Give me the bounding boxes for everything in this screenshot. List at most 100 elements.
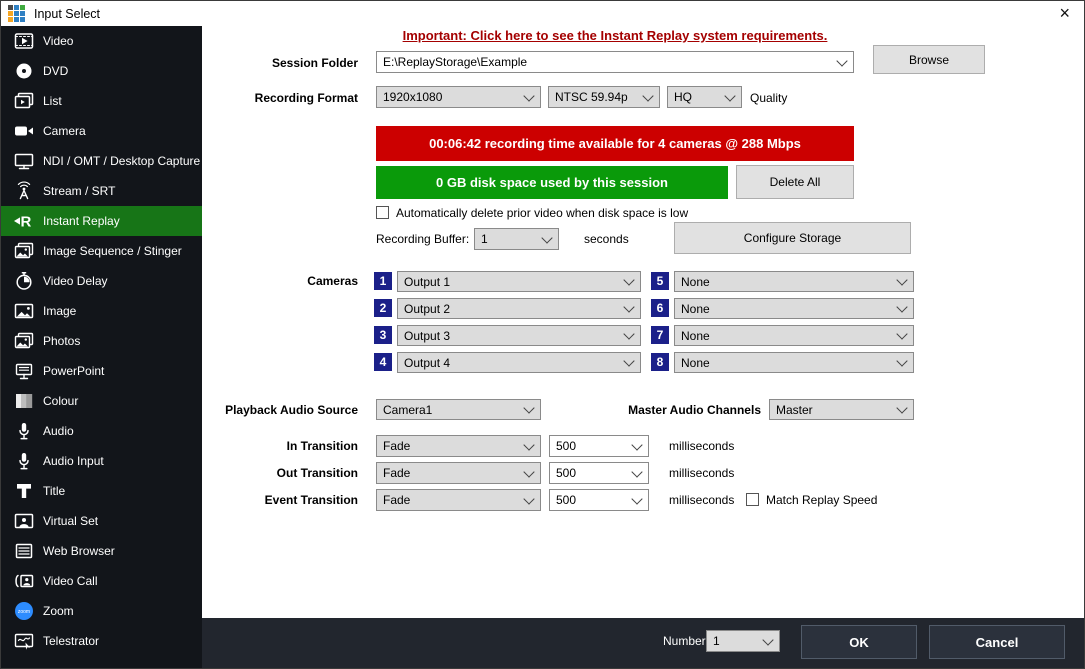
titlebar: Input Select × xyxy=(1,1,1084,26)
zoom-icon: zoom xyxy=(9,601,39,621)
sidebar-item-label: List xyxy=(43,94,62,108)
recording-buffer-select[interactable]: 1 xyxy=(474,228,559,250)
sidebar-item-label: Photos xyxy=(43,334,80,348)
camera-5-value: None xyxy=(681,275,710,289)
auto-delete-label: Automatically delete prior video when di… xyxy=(396,206,688,220)
seconds-label: seconds xyxy=(584,232,629,246)
out-transition-duration-select[interactable]: 500 xyxy=(549,462,649,484)
sidebar-item-photos[interactable]: Photos xyxy=(1,326,202,356)
camera-3-select[interactable]: Output 3 xyxy=(397,325,641,346)
disk-space-banner: 0 GB disk space used by this session xyxy=(376,166,728,199)
in-transition-type-select[interactable]: Fade xyxy=(376,435,541,457)
recording-time-banner: 00:06:42 recording time available for 4 … xyxy=(376,126,854,161)
footer-bar: Number 1 OK Cancel xyxy=(202,618,1085,669)
camera-number-badge: 3 xyxy=(374,326,392,344)
colour-bars-icon xyxy=(9,391,39,411)
in-transition-label: In Transition xyxy=(161,439,358,453)
sidebar-item-label: Web Browser xyxy=(43,544,115,558)
system-requirements-link[interactable]: Important: Click here to see the Instant… xyxy=(376,28,854,43)
sidebar-item-powerpoint[interactable]: PowerPoint xyxy=(1,356,202,386)
chevron-down-icon xyxy=(896,328,907,339)
sidebar-item-video-call[interactable]: Video Call xyxy=(1,566,202,596)
camera-4-select[interactable]: Output 4 xyxy=(397,352,641,373)
cancel-button[interactable]: Cancel xyxy=(929,625,1065,659)
chevron-down-icon xyxy=(523,90,534,101)
chevron-down-icon xyxy=(896,402,907,413)
delete-all-button[interactable]: Delete All xyxy=(736,165,854,199)
match-replay-speed-checkbox[interactable] xyxy=(746,493,759,506)
recording-buffer-label: Recording Buffer: xyxy=(376,232,469,246)
chevron-down-icon xyxy=(762,634,773,645)
master-audio-channels-select[interactable]: Master xyxy=(769,399,914,420)
close-icon[interactable]: × xyxy=(1059,1,1070,25)
event-transition-type-select[interactable]: Fade xyxy=(376,489,541,511)
standard-select[interactable]: NTSC 59.94p xyxy=(548,86,660,108)
auto-delete-checkbox[interactable] xyxy=(376,206,389,219)
configure-storage-button[interactable]: Configure Storage xyxy=(674,222,911,254)
quality-select[interactable]: HQ xyxy=(667,86,742,108)
camera-6-select[interactable]: None xyxy=(674,298,914,319)
chevron-down-icon xyxy=(896,274,907,285)
sidebar-item-label: Virtual Set xyxy=(43,514,98,528)
telestrator-icon xyxy=(9,631,39,651)
out-transition-type-select[interactable]: Fade xyxy=(376,462,541,484)
resolution-select[interactable]: 1920x1080 xyxy=(376,86,541,108)
camera-number-badge: 7 xyxy=(651,326,669,344)
out-transition-label: Out Transition xyxy=(161,466,358,480)
out-transition-duration: 500 xyxy=(556,466,576,480)
chevron-down-icon xyxy=(836,55,847,66)
camera-8-value: None xyxy=(681,356,710,370)
sidebar-item-stream-srt[interactable]: Stream / SRT xyxy=(1,176,202,206)
sidebar-item-dvd[interactable]: DVD xyxy=(1,56,202,86)
camera-8-select[interactable]: None xyxy=(674,352,914,373)
resolution-value: 1920x1080 xyxy=(383,90,442,104)
in-transition-duration-select[interactable]: 500 xyxy=(549,435,649,457)
image-stack-icon xyxy=(9,241,39,261)
quality-value: HQ xyxy=(674,90,692,104)
sidebar-item-label: Image Sequence / Stinger xyxy=(43,244,182,258)
playback-audio-source-select[interactable]: Camera1 xyxy=(376,399,541,420)
sidebar-item-virtual-set[interactable]: Virtual Set xyxy=(1,506,202,536)
camera-number-badge: 2 xyxy=(374,299,392,317)
milliseconds-label: milliseconds xyxy=(669,439,734,453)
chevron-down-icon xyxy=(623,301,634,312)
virtual-set-icon xyxy=(9,511,39,531)
chevron-down-icon xyxy=(896,355,907,366)
sidebar-item-video[interactable]: Video xyxy=(1,26,202,56)
sidebar-item-label: Audio Input xyxy=(43,454,104,468)
sidebar-item-telestrator[interactable]: Telestrator xyxy=(1,626,202,656)
camera-1-select[interactable]: Output 1 xyxy=(397,271,641,292)
session-folder-select[interactable]: E:\ReplayStorage\Example xyxy=(376,51,854,73)
sidebar-item-web-browser[interactable]: Web Browser xyxy=(1,536,202,566)
sidebar-item-label: Video Delay xyxy=(43,274,108,288)
camera-5-select[interactable]: None xyxy=(674,271,914,292)
camera-2-select[interactable]: Output 2 xyxy=(397,298,641,319)
sidebar-item-zoom[interactable]: zoom Zoom xyxy=(1,596,202,626)
sidebar-item-camera[interactable]: Camera xyxy=(1,116,202,146)
playback-audio-source-value: Camera1 xyxy=(383,403,432,417)
chevron-down-icon xyxy=(523,466,534,477)
event-transition-duration-select[interactable]: 500 xyxy=(549,489,649,511)
sidebar: Video DVD List Camera NDI / OMT / Deskto… xyxy=(1,26,202,669)
vmix-logo-icon xyxy=(8,5,25,22)
sidebar-item-image-sequence-stinger[interactable]: Image Sequence / Stinger xyxy=(1,236,202,266)
out-transition-type: Fade xyxy=(383,466,410,480)
chevron-down-icon xyxy=(623,328,634,339)
sidebar-item-ndi-desktop-capture[interactable]: NDI / OMT / Desktop Capture xyxy=(1,146,202,176)
ok-button[interactable]: OK xyxy=(801,625,917,659)
browse-button[interactable]: Browse xyxy=(873,45,985,74)
sidebar-item-label: Colour xyxy=(43,394,78,408)
camera-7-select[interactable]: None xyxy=(674,325,914,346)
chevron-down-icon xyxy=(523,402,534,413)
chevron-down-icon xyxy=(523,439,534,450)
sidebar-item-label: Image xyxy=(43,304,76,318)
sidebar-item-instant-replay[interactable]: R Instant Replay xyxy=(1,206,202,236)
input-select-dialog: Input Select × Video DVD List Camera NDI… xyxy=(0,0,1085,669)
sidebar-item-video-delay[interactable]: Video Delay xyxy=(1,266,202,296)
number-select[interactable]: 1 xyxy=(706,630,780,652)
browser-icon xyxy=(9,541,39,561)
sidebar-item-image[interactable]: Image xyxy=(1,296,202,326)
match-replay-speed-label: Match Replay Speed xyxy=(766,493,877,507)
sidebar-item-label: PowerPoint xyxy=(43,364,104,378)
master-audio-channels-label: Master Audio Channels xyxy=(564,403,761,417)
